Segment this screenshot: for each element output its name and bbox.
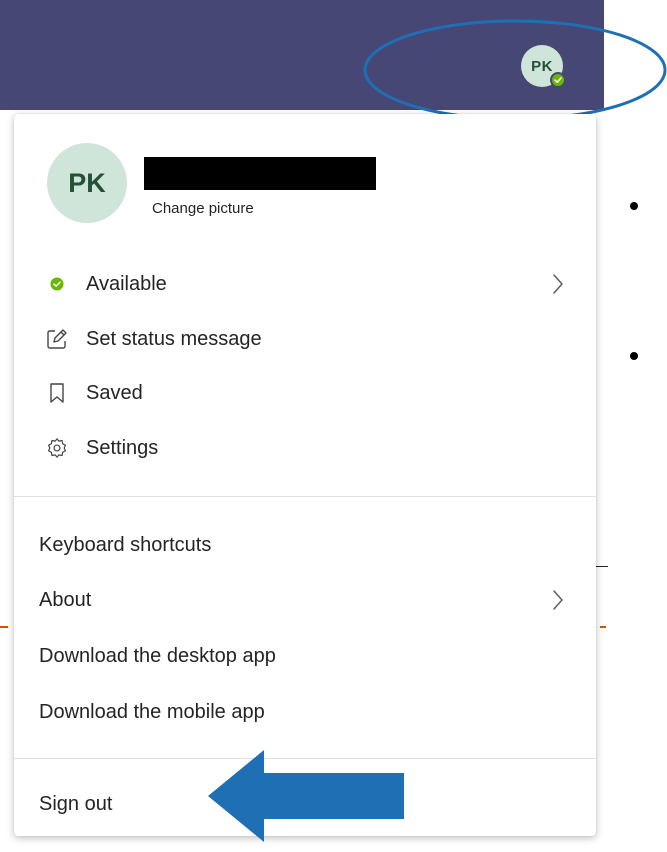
background-marker (600, 626, 606, 628)
menu-item-label: Download the desktop app (39, 644, 276, 667)
menu-item-settings[interactable]: Settings (44, 428, 566, 468)
menu-divider (14, 496, 596, 497)
sign-out-label: Sign out (39, 792, 113, 815)
presence-available-icon (44, 271, 70, 297)
change-picture-link[interactable]: Change picture (152, 200, 254, 217)
bookmark-icon (44, 380, 70, 406)
menu-item-available[interactable]: Available (44, 264, 566, 304)
account-menu-panel: PK Change picture Available Set status m… (14, 114, 596, 836)
menu-item-saved[interactable]: Saved (44, 373, 566, 413)
menu-item-label: Download the mobile app (39, 700, 265, 723)
chevron-right-icon (550, 587, 566, 613)
menu-item-label: Saved (86, 381, 143, 404)
menu-item-label: Available (86, 272, 167, 295)
chevron-right-icon (550, 271, 566, 297)
menu-item-download-mobile-app[interactable]: Download the mobile app (39, 692, 566, 732)
menu-divider (14, 758, 596, 759)
menu-item-label: About (39, 588, 92, 611)
avatar-initials-large: PK (68, 167, 106, 198)
profile-avatar-button[interactable]: PK (521, 45, 566, 88)
presence-available-icon (550, 72, 566, 88)
background-bullet (630, 202, 638, 210)
redacted-user-name (144, 157, 376, 190)
menu-item-set-status-message[interactable]: Set status message (44, 319, 566, 359)
edit-status-icon (44, 326, 70, 352)
menu-item-keyboard-shortcuts[interactable]: Keyboard shortcuts (39, 525, 566, 565)
profile-avatar-large[interactable]: PK (47, 143, 127, 223)
menu-item-about[interactable]: About (39, 580, 566, 620)
background-bullet (630, 352, 638, 360)
menu-item-label: Set status message (86, 327, 262, 350)
app-header-bar (0, 0, 604, 110)
menu-item-download-desktop-app[interactable]: Download the desktop app (39, 636, 566, 676)
sign-out-button[interactable]: Sign out (39, 784, 566, 824)
background-marker (0, 626, 8, 628)
menu-item-label: Settings (86, 436, 159, 459)
menu-item-label: Keyboard shortcuts (39, 533, 212, 556)
avatar-initials: PK (531, 57, 553, 75)
gear-icon (44, 435, 70, 461)
background-divider (596, 566, 608, 567)
